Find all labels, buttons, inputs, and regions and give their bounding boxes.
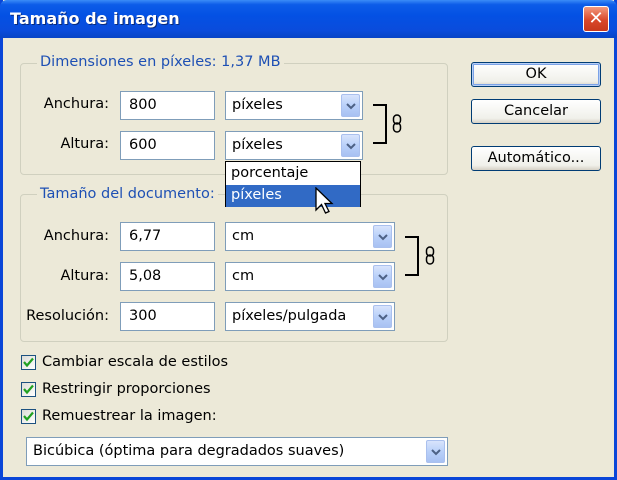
unit-dropdown-list: porcentaje píxeles bbox=[225, 161, 361, 207]
pixel-dimensions-legend: Dimensiones en píxeles: 1,37 MB bbox=[37, 54, 284, 70]
resolution-unit-value: píxeles/pulgada bbox=[232, 308, 347, 324]
pixel-height-unit-select[interactable]: píxeles bbox=[225, 131, 363, 160]
pixel-link-bracket bbox=[373, 104, 387, 144]
resolution-unit-select[interactable]: píxeles/pulgada bbox=[225, 302, 395, 331]
doc-height-unit-value: cm bbox=[232, 268, 255, 284]
resample-method-select[interactable]: Bicúbica (óptima para degradados suaves) bbox=[26, 437, 448, 466]
doc-height-label: Altura: bbox=[60, 268, 109, 284]
constrain-proportions-checkbox[interactable] bbox=[21, 382, 36, 397]
ok-button[interactable]: OK bbox=[471, 62, 601, 87]
window-title: Tamaño de imagen bbox=[10, 9, 180, 28]
chevron-down-icon[interactable] bbox=[373, 225, 392, 248]
pixel-height-unit-value: píxeles bbox=[232, 137, 283, 153]
chevron-down-icon[interactable] bbox=[373, 265, 392, 288]
close-button[interactable]: ✕ bbox=[583, 6, 609, 32]
chevron-down-icon[interactable] bbox=[426, 440, 445, 463]
resample-label: Remuestrear la imagen: bbox=[42, 408, 217, 424]
image-size-dialog: Tamaño de imagen ✕ Dimensiones en píxele… bbox=[0, 0, 617, 480]
dropdown-option-pixels[interactable]: píxeles bbox=[226, 185, 360, 207]
pixel-height-label: Altura: bbox=[60, 136, 109, 152]
resample-checkbox[interactable] bbox=[21, 409, 36, 424]
doc-width-input[interactable]: 6,77 bbox=[120, 222, 215, 251]
pixel-width-label: Anchura: bbox=[43, 96, 109, 112]
auto-button[interactable]: Automático... bbox=[471, 146, 601, 171]
chain-link-icon bbox=[392, 114, 402, 133]
chain-link-icon bbox=[425, 246, 435, 265]
chevron-down-icon[interactable] bbox=[373, 305, 392, 328]
constrain-proportions-label: Restringir proporciones bbox=[42, 381, 211, 397]
checkmark-icon bbox=[23, 384, 34, 395]
resample-method-value: Bicúbica (óptima para degradados suaves) bbox=[33, 443, 345, 459]
pixel-width-unit-value: píxeles bbox=[232, 97, 283, 113]
dropdown-option-percent[interactable]: porcentaje bbox=[226, 163, 360, 185]
doc-height-unit-select[interactable]: cm bbox=[225, 262, 395, 291]
title-bar: Tamaño de imagen ✕ bbox=[0, 0, 617, 38]
resolution-input[interactable]: 300 bbox=[120, 302, 215, 331]
doc-width-label: Anchura: bbox=[43, 228, 109, 244]
checkmark-icon bbox=[23, 357, 34, 368]
pixel-height-input[interactable]: 600 bbox=[120, 131, 215, 160]
resolution-label: Resolución: bbox=[26, 308, 109, 324]
pixel-width-input[interactable]: 800 bbox=[120, 91, 215, 120]
doc-link-bracket bbox=[405, 236, 419, 276]
pixel-width-unit-select[interactable]: píxeles bbox=[225, 91, 363, 120]
chevron-down-icon[interactable] bbox=[341, 134, 360, 157]
mouse-cursor-icon bbox=[315, 187, 334, 214]
doc-height-input[interactable]: 5,08 bbox=[120, 262, 215, 291]
doc-width-unit-value: cm bbox=[232, 228, 255, 244]
close-icon: ✕ bbox=[588, 8, 604, 29]
chevron-down-icon[interactable] bbox=[341, 94, 360, 117]
scale-styles-checkbox[interactable] bbox=[21, 355, 36, 370]
doc-width-unit-select[interactable]: cm bbox=[225, 222, 395, 251]
cancel-button[interactable]: Cancelar bbox=[471, 99, 601, 124]
document-size-legend: Tamaño del documento: bbox=[37, 186, 218, 202]
checkmark-icon bbox=[23, 411, 34, 422]
scale-styles-label: Cambiar escala de estilos bbox=[42, 354, 229, 370]
